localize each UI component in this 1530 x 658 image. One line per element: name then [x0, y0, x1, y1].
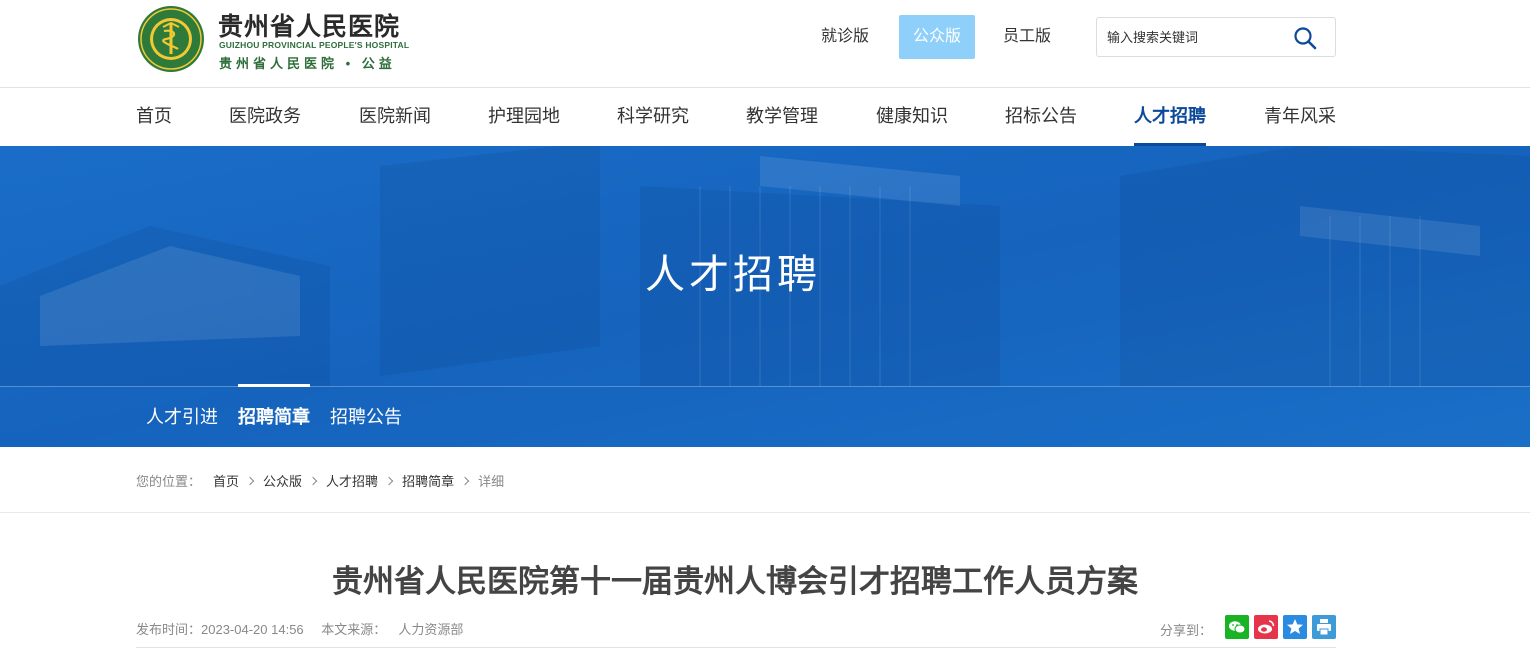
article-source-value: 人力资源部 [398, 622, 464, 637]
search-icon[interactable] [1293, 26, 1317, 50]
chevron-right-icon [308, 476, 318, 485]
search-input[interactable] [1098, 19, 1278, 55]
main-navigation: 首页 医院政务 医院新闻 护理园地 科学研究 教学管理 健康知识 招标公告 人才… [0, 88, 1530, 146]
nav-item-nursing[interactable]: 护理园地 [488, 88, 560, 146]
breadcrumb-link-brochure[interactable]: 招聘简章 [402, 471, 454, 490]
logo-chinese-name: 贵州省人民医院 [218, 12, 401, 41]
hospital-emblem-icon [138, 6, 204, 72]
chevron-right-icon [460, 476, 470, 485]
article-meta: 发布时间：2023-04-20 14:56 本文来源： 人力资源部 [136, 619, 477, 638]
share-weibo-button[interactable] [1254, 615, 1278, 639]
share-label: 分享到： [1160, 623, 1213, 638]
version-button-clinic[interactable]: 就诊版 [807, 15, 883, 59]
breadcrumb: 您的位置： 首页 公众版 人才招聘 招聘简章 详细 [136, 471, 504, 490]
print-icon [1317, 619, 1331, 636]
breadcrumb-bar: 您的位置： 首页 公众版 人才招聘 招聘简章 详细 [0, 447, 1530, 513]
wechat-icon [1229, 621, 1246, 634]
hospital-logo[interactable]: 贵州省人民医院 GUIZHOU PROVINCIAL PEOPLE'S HOSP… [136, 5, 416, 75]
nav-item-research[interactable]: 科学研究 [617, 88, 689, 146]
star-icon [1287, 619, 1303, 634]
breadcrumb-prefix: 您的位置： [136, 474, 202, 489]
nav-item-news[interactable]: 医院新闻 [359, 88, 431, 146]
subnav-item-talent-introduction[interactable]: 人才引进 [146, 386, 218, 447]
version-button-public[interactable]: 公众版 [899, 15, 976, 59]
article-title: 贵州省人民医院第十一届贵州人博会引才招聘工作人员方案 [332, 564, 1138, 599]
logo-english-name: GUIZHOU PROVINCIAL PEOPLE'S HOSPITAL [219, 40, 410, 50]
share-favorite-button[interactable] [1283, 615, 1307, 639]
nav-item-home[interactable]: 首页 [136, 88, 172, 146]
article-source-label: 本文来源： [321, 622, 387, 637]
page-banner: 人才招聘 人才引进 招聘简章 招聘公告 [0, 146, 1530, 447]
version-button-staff[interactable]: 员工版 [989, 15, 1065, 59]
article-divider [136, 647, 1336, 648]
share-wechat-button[interactable] [1225, 615, 1249, 639]
subnav-item-recruitment-notice[interactable]: 招聘公告 [330, 386, 402, 447]
publish-time-value: 2023-04-20 14:56 [201, 622, 304, 637]
publish-time-label: 发布时间： [136, 622, 202, 637]
chevron-right-icon [384, 476, 394, 485]
subnav-item-recruitment-brochure[interactable]: 招聘简章 [238, 384, 310, 447]
search-box [1096, 17, 1336, 57]
nav-item-affairs[interactable]: 医院政务 [229, 88, 301, 146]
nav-item-tender[interactable]: 招标公告 [1005, 88, 1077, 146]
article-source: 本文来源： 人力资源部 [321, 622, 463, 637]
publish-time: 发布时间：2023-04-20 14:56 [136, 622, 304, 637]
logo-slogan: 贵州省人民医院 • 公益 [219, 56, 396, 71]
breadcrumb-link-home[interactable]: 首页 [213, 471, 239, 490]
nav-item-health[interactable]: 健康知识 [876, 88, 948, 146]
breadcrumb-current: 详细 [478, 474, 505, 489]
share-print-button[interactable] [1312, 615, 1336, 639]
subnav-divider [0, 386, 1530, 387]
nav-item-teaching[interactable]: 教学管理 [746, 88, 818, 146]
banner-title: 人才招聘 [645, 253, 821, 297]
nav-item-youth[interactable]: 青年风采 [1264, 88, 1336, 146]
breadcrumb-link-public[interactable]: 公众版 [263, 471, 302, 490]
chevron-right-icon [245, 476, 255, 485]
weibo-icon [1258, 620, 1275, 634]
site-header: 贵州省人民医院 GUIZHOU PROVINCIAL PEOPLE'S HOSP… [0, 0, 1530, 88]
breadcrumb-link-recruitment[interactable]: 人才招聘 [326, 471, 378, 490]
nav-item-recruitment[interactable]: 人才招聘 [1134, 88, 1206, 146]
